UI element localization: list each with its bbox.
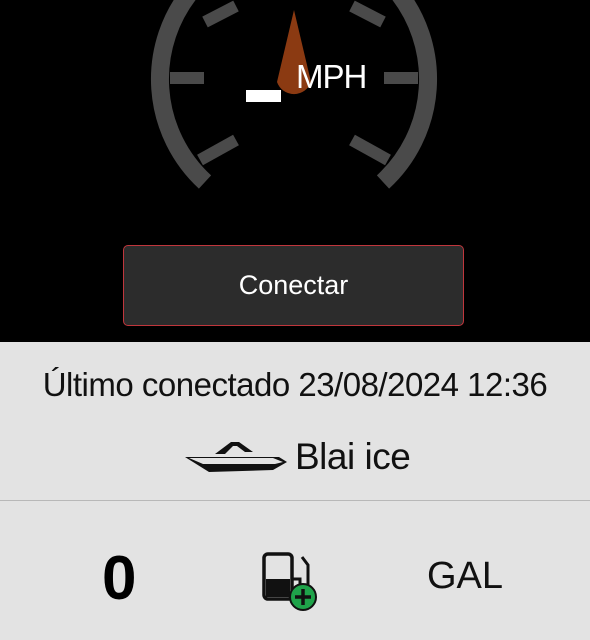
gauge-tick [197, 134, 239, 166]
speedometer-gauge [150, 0, 438, 189]
speed-unit-label: MPH [296, 58, 367, 95]
boat-icon [185, 442, 287, 472]
fuel-unit-label: GAL [427, 555, 504, 597]
fuel-value: 0 [102, 544, 137, 613]
gauge-tick [349, 134, 391, 166]
connect-button[interactable]: Conectar [123, 245, 464, 326]
fuel-panel: 0 GAL [0, 501, 590, 640]
boat-name: Blai ice [295, 436, 411, 477]
speed-value-placeholder [246, 90, 281, 102]
last-connected-text: Último conectado 23/08/2024 12:36 [42, 366, 548, 403]
gauge-tick [349, 0, 386, 28]
gauge-tick [202, 0, 239, 28]
fuel-add-icon[interactable] [260, 551, 322, 613]
boat-row[interactable]: Blai ice [0, 434, 590, 484]
boat-info-panel: Último conectado 23/08/2024 12:36 Blai i… [0, 342, 590, 500]
speedometer-panel: MPH Conectar [0, 0, 590, 342]
